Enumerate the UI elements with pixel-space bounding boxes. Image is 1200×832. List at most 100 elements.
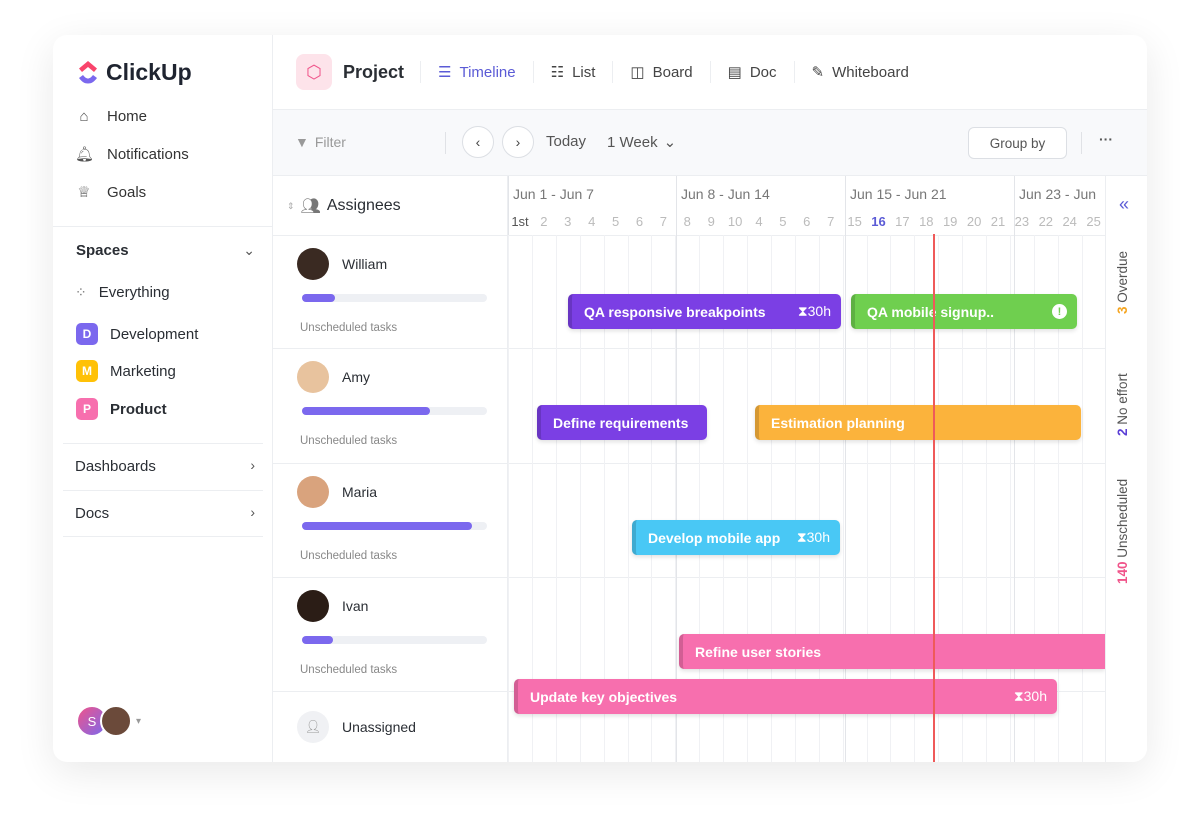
assignee[interactable]: Maria [297, 476, 377, 508]
progress-bar [302, 294, 487, 302]
prev-button[interactable]: ‹ [462, 126, 494, 158]
avatar [297, 476, 329, 508]
effort: ⧗30h [1013, 688, 1047, 704]
week-label: Jun 15 - Jun 21 [850, 186, 947, 202]
summary-panel: « 3 Overdue 2 No effort 140 Unscheduled [1105, 176, 1147, 762]
assignee[interactable]: Amy [297, 361, 370, 393]
day-label: 23 [1014, 214, 1030, 229]
week-divider [845, 176, 846, 762]
day-label: 24 [1062, 214, 1077, 229]
caret-down-icon: ▾ [136, 715, 142, 727]
home-icon: ⌂ [79, 108, 89, 125]
docs-item[interactable]: Docs › [63, 490, 263, 537]
avatar [297, 248, 329, 280]
avatar [297, 590, 329, 622]
chevron-down-icon[interactable]: ⌄ [243, 242, 255, 259]
day-label: 25 [1086, 214, 1101, 229]
day-label: 18 [919, 214, 934, 229]
assignee[interactable]: Ivan [297, 590, 368, 622]
collapse-icon[interactable]: « [1119, 194, 1129, 215]
hourglass-icon: ⧗ [796, 529, 807, 545]
user-menu[interactable]: S ▾ [76, 705, 141, 737]
list-icon: ☷ [550, 64, 565, 81]
day-label: 5 [779, 214, 787, 229]
no-effort-count[interactable]: 2 No effort [1115, 373, 1130, 436]
unassigned[interactable]: 👤︎ Unassigned [297, 711, 416, 743]
nav-goals[interactable]: ♕ Goals [75, 183, 146, 202]
day-label: 5 [611, 214, 620, 229]
group-by-button[interactable]: Group by [968, 127, 1067, 159]
info-icon[interactable]: ! [1052, 304, 1067, 319]
hourglass-icon: ⧗ [797, 303, 808, 319]
cube-icon: ⬡ [296, 54, 332, 90]
assignees-header[interactable]: ⇕ 👥︎ Assignees [287, 196, 401, 216]
whiteboard-icon: ✎ [811, 64, 825, 81]
filter-button[interactable]: ▼ Filter [295, 134, 346, 150]
user-icon: 👤︎ [297, 711, 329, 743]
timeline-grid: Jun 1 - Jun 7 Jun 8 - Jun 14 Jun 15 - Jun … [508, 176, 1105, 762]
week-label: Jun 8 - Jun 14 [681, 186, 770, 202]
task-bar[interactable]: QA responsive breakpoints ⧗30h [568, 294, 841, 329]
week-label: Jun 1 - Jun 7 [513, 186, 594, 202]
tab-timeline[interactable]: ☰ Timeline [420, 61, 533, 83]
unscheduled-tasks-link[interactable]: Unscheduled tasks [300, 322, 397, 334]
nav-home[interactable]: ⌂ Home [75, 108, 147, 125]
next-button[interactable]: › [502, 126, 534, 158]
spaces-heading: Spaces [76, 242, 129, 259]
doc-icon: ▤ [727, 64, 742, 81]
tab-board[interactable]: ◫ Board [612, 61, 709, 83]
space-product[interactable]: P Product [76, 398, 167, 420]
space-marketing[interactable]: M Marketing [76, 360, 176, 382]
day-label: 21 [990, 214, 1006, 229]
more-button[interactable]: ··· [1099, 131, 1113, 147]
spaces-section: Spaces ⌄ ⁘ Everything D Development M Marke… [53, 226, 273, 442]
space-development[interactable]: D Development [76, 323, 198, 345]
clickup-logo-icon [79, 60, 97, 83]
day-label: 8 [683, 214, 691, 229]
overdue-count[interactable]: 3 Overdue [1115, 251, 1130, 314]
today-button[interactable]: Today [546, 133, 586, 150]
nav-notifications[interactable]: 🔔︎ Notifications [75, 145, 189, 164]
day-label: 22 [1038, 214, 1054, 229]
view-header: ⬡ Project ☰ Timeline ☷ List ◫ Board ▤ Doc ✎ W… [273, 35, 1147, 110]
space-everything[interactable]: ⁘ Everything [75, 284, 170, 301]
day-label: 16 [871, 214, 886, 229]
effort: ⧗30h [797, 303, 831, 319]
bell-icon: 🔔︎ [75, 146, 95, 163]
task-bar[interactable]: Estimation planning [755, 405, 1081, 440]
tab-whiteboard[interactable]: ✎ Whiteboard [793, 61, 926, 83]
avatar [100, 705, 132, 737]
unscheduled-tasks-link[interactable]: Unscheduled tasks [300, 664, 397, 676]
board-icon: ◫ [630, 64, 645, 81]
today-line [933, 234, 935, 762]
day-label: 7 [659, 214, 667, 229]
task-bar[interactable]: Define requirements [537, 405, 707, 440]
sidebar: ClickUp ⌂ Home 🔔︎ Notifications ♕ Goals Spa… [53, 35, 273, 762]
chevron-down-icon: ⌄ [663, 134, 677, 151]
day-label: 2 [540, 214, 548, 229]
day-label: 1st [511, 214, 529, 229]
task-bar[interactable]: Develop mobile app ⧗30h [632, 520, 840, 555]
task-bar[interactable]: Refine user stories [679, 634, 1105, 669]
assignee[interactable]: William [297, 248, 387, 280]
progress-bar [302, 636, 487, 644]
day-label: 3 [564, 214, 572, 229]
unscheduled-count[interactable]: 140 Unscheduled [1115, 479, 1130, 584]
day-label: 20 [966, 214, 982, 229]
project-title: Project [343, 61, 405, 82]
range-dropdown[interactable]: 1 Week ⌄ [607, 133, 677, 152]
dashboards-item[interactable]: Dashboards › [63, 443, 263, 490]
week-divider [1014, 176, 1015, 762]
progress-bar [302, 407, 487, 415]
logo[interactable]: ClickUp [76, 59, 192, 86]
day-label: 4 [588, 214, 596, 229]
day-label: 6 [803, 214, 811, 229]
progress-bar [302, 522, 487, 530]
unscheduled-tasks-link[interactable]: Unscheduled tasks [300, 550, 397, 562]
task-bar[interactable]: Update key objectives ⧗30h [514, 679, 1057, 714]
tab-doc[interactable]: ▤ Doc [709, 61, 794, 83]
tab-list[interactable]: ☷ List [532, 61, 613, 83]
task-bar[interactable]: QA mobile signup..! [851, 294, 1077, 329]
unscheduled-tasks-link[interactable]: Unscheduled tasks [300, 435, 397, 447]
effort: ⧗30h [796, 529, 830, 545]
